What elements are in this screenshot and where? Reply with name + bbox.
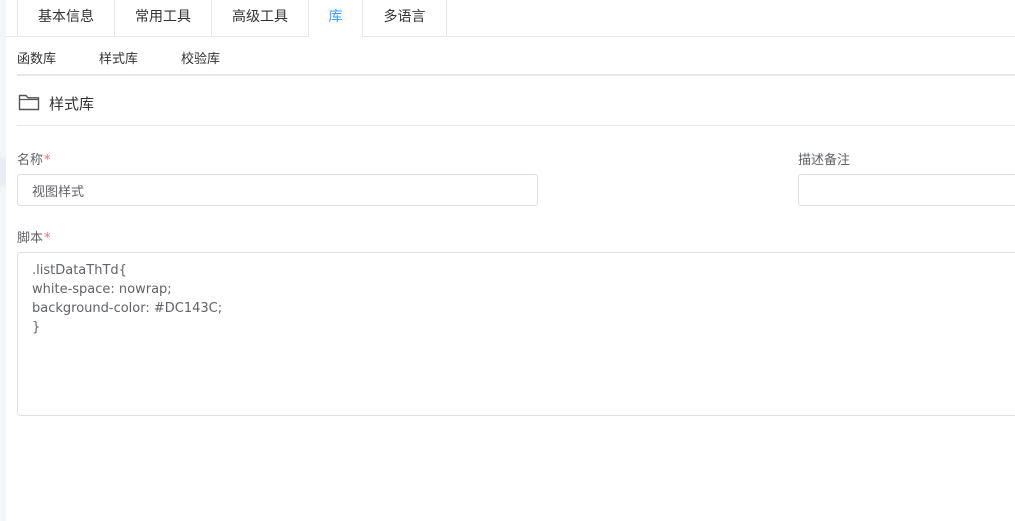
tab-basic-info[interactable]: 基本信息 bbox=[17, 0, 115, 36]
subtab-function-library[interactable]: 函数库 bbox=[17, 48, 56, 67]
section-title: 样式库 bbox=[49, 95, 95, 113]
page: 基本信息 常用工具 高级工具 库 多语言 函数库 样式库 校验库 样式库 名称*… bbox=[0, 0, 1015, 521]
section-header: 样式库 bbox=[17, 88, 1015, 126]
subtab-validation-library[interactable]: 校验库 bbox=[181, 48, 220, 67]
left-sidebar-edge bbox=[0, 0, 6, 521]
name-label: 名称 bbox=[17, 153, 44, 168]
folder-icon bbox=[18, 94, 40, 111]
tab-multilanguage[interactable]: 多语言 bbox=[363, 0, 447, 36]
sidebar-highlight bbox=[0, 157, 6, 187]
script-textarea[interactable]: .listDataThTd{ white-space: nowrap; back… bbox=[17, 252, 1015, 416]
required-mark: * bbox=[44, 153, 51, 168]
script-label: 脚本 bbox=[17, 231, 44, 246]
description-input[interactable] bbox=[798, 174, 1015, 206]
script-label-wrap: 脚本* bbox=[17, 227, 51, 246]
name-label-wrap: 名称* bbox=[17, 149, 51, 168]
description-label: 描述备注 bbox=[798, 153, 851, 168]
main-tab-bar: 基本信息 常用工具 高级工具 库 多语言 bbox=[6, 0, 1015, 37]
required-mark: * bbox=[44, 231, 51, 246]
name-input[interactable] bbox=[17, 174, 538, 206]
library-sub-tabs: 函数库 样式库 校验库 bbox=[17, 40, 1015, 76]
tab-advanced-tools[interactable]: 高级工具 bbox=[212, 0, 309, 36]
tab-library[interactable]: 库 bbox=[309, 0, 363, 37]
subtab-style-library[interactable]: 样式库 bbox=[99, 48, 138, 67]
tab-common-tools[interactable]: 常用工具 bbox=[115, 0, 212, 36]
